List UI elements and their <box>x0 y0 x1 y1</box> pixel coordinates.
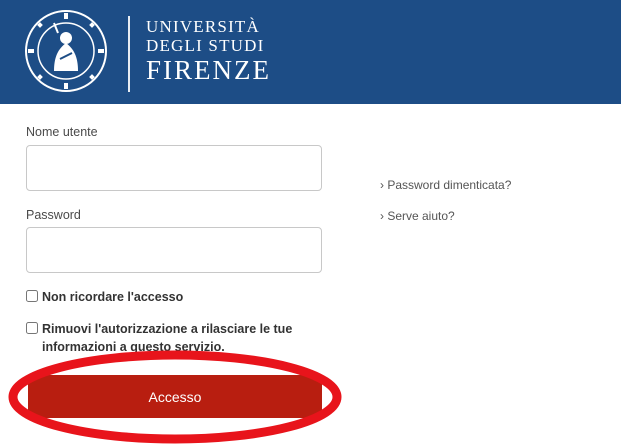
remember-checkbox-row[interactable]: Non ricordare l'accesso <box>26 288 183 306</box>
logo-line-firenze: FIRENZE <box>146 55 271 85</box>
password-label: Password <box>26 208 81 222</box>
university-logo-text: UNIVERSITÀ DEGLI STUDI FIRENZE <box>146 18 271 84</box>
logo-divider <box>128 16 130 92</box>
remove-auth-label: Rimuovi l'autorizzazione a rilasciare le… <box>42 322 293 354</box>
logo-line-degli-studi: DEGLI STUDI <box>146 36 265 55</box>
login-page: UNIVERSITÀ DEGLI STUDI FIRENZE Nome uten… <box>0 0 621 448</box>
remember-checkbox[interactable] <box>26 290 38 302</box>
remember-label: Non ricordare l'accesso <box>42 290 184 304</box>
need-help-link[interactable]: › Serve aiuto? <box>380 209 455 223</box>
university-header: UNIVERSITÀ DEGLI STUDI FIRENZE <box>0 0 621 104</box>
remove-auth-checkbox-row[interactable]: Rimuovi l'autorizzazione a rilasciare le… <box>26 320 306 356</box>
remove-auth-checkbox[interactable] <box>26 322 38 334</box>
username-label: Nome utente <box>26 125 98 139</box>
password-input[interactable] <box>26 227 322 273</box>
username-input[interactable] <box>26 145 322 191</box>
login-submit-button[interactable]: Accesso <box>28 375 322 418</box>
university-seal-icon <box>25 10 107 92</box>
logo-line-universita: UNIVERSITÀ <box>146 17 260 36</box>
forgot-password-link[interactable]: › Password dimenticata? <box>380 178 511 192</box>
